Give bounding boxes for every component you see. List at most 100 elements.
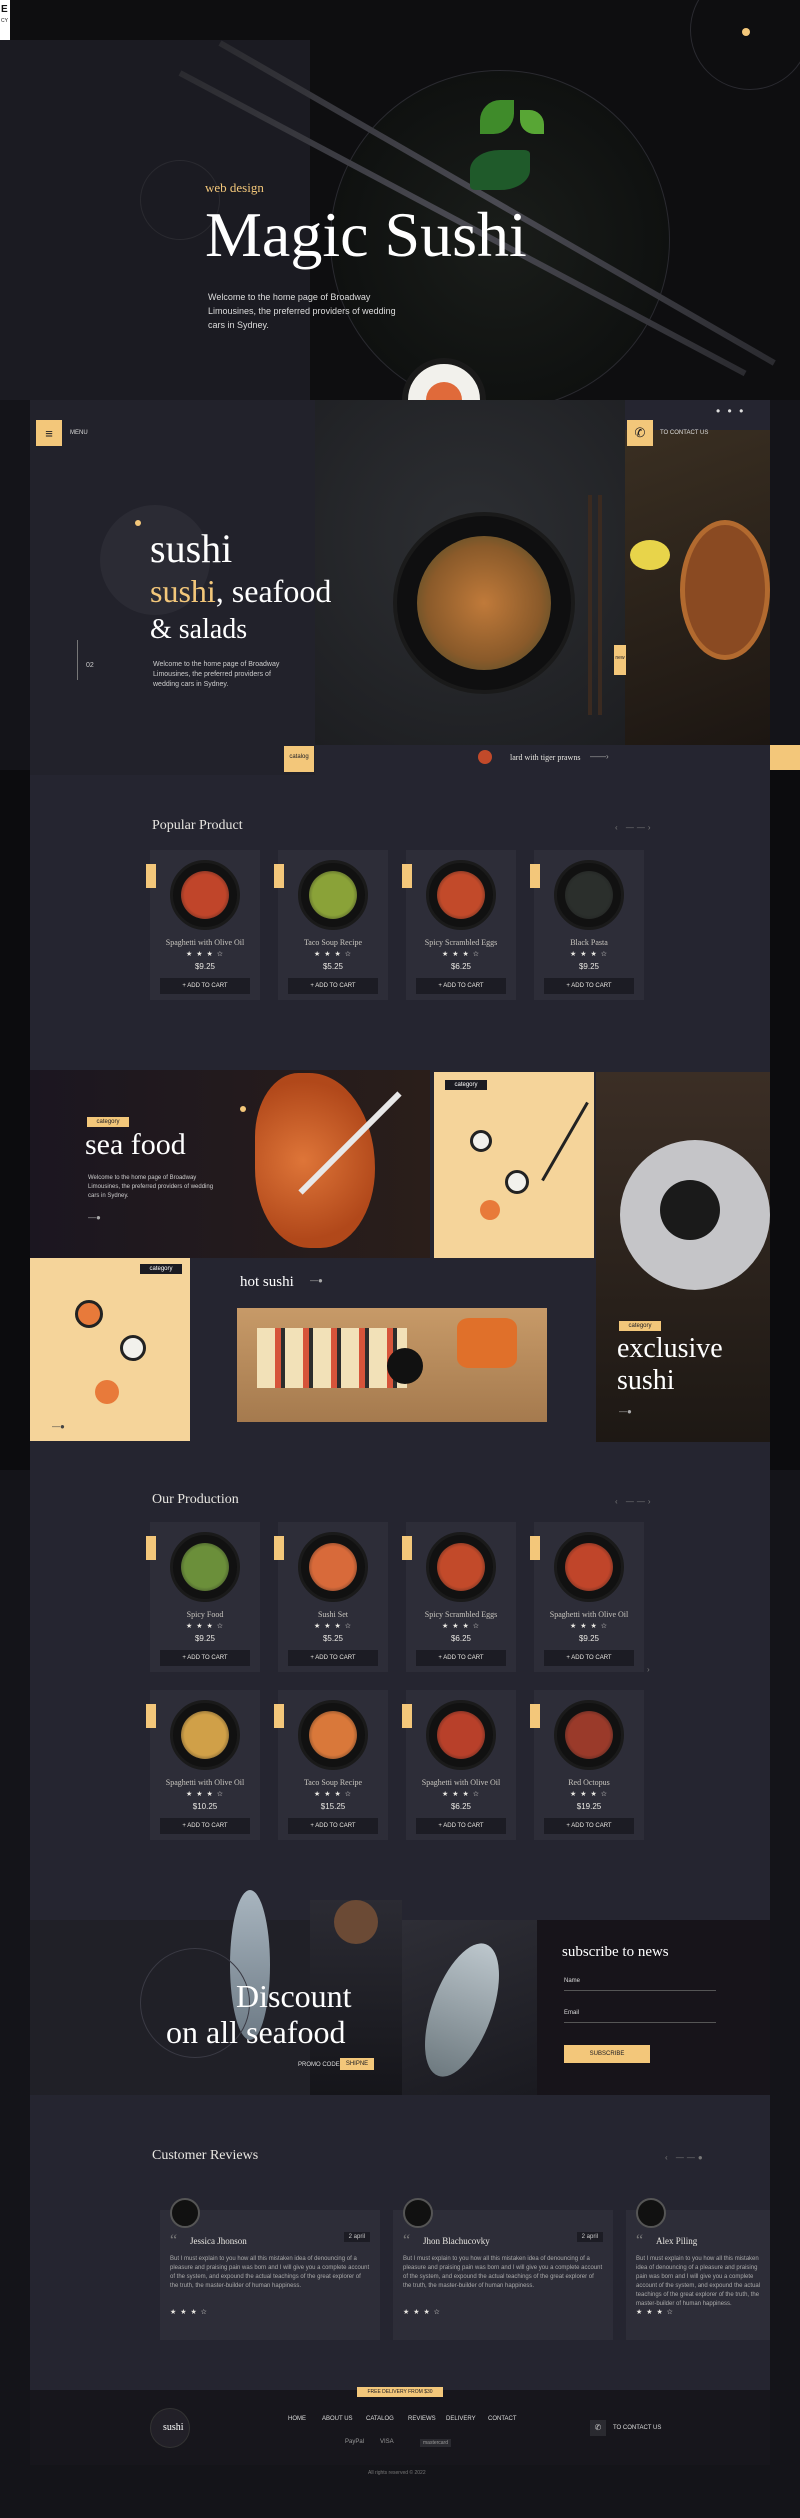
product-rating: ★ ★ ★ ☆	[186, 1791, 224, 1798]
production-card[interactable]: Spaghetti with Olive Oil ★ ★ ★ ☆ $9.25 + AD…	[530, 1522, 644, 1672]
right-side-dark	[770, 770, 800, 1470]
production-card[interactable]: Red Octopus ★ ★ ★ ☆ $19.25 + ADD TO CART	[530, 1690, 644, 1840]
review-text: But I must explain to you how all this m…	[170, 2256, 370, 2289]
popular-card[interactable]: Spaghetti with Olive Oil ★ ★ ★ ☆ $9.25 + AD…	[146, 850, 260, 1000]
contact-label[interactable]: TO CONTACT US	[660, 430, 708, 436]
slide-indicator[interactable]	[77, 640, 78, 680]
seafood-category-tag[interactable]: category	[87, 1117, 129, 1127]
review-rating: ★ ★ ★ ☆	[403, 2309, 441, 2316]
product-name[interactable]: Black Pasta	[534, 938, 644, 947]
banner-mussel-pot	[680, 520, 770, 660]
production-card[interactable]: Spaghetti with Olive Oil ★ ★ ★ ☆ $6.25 + AD…	[402, 1690, 516, 1840]
menu-label[interactable]: MENU	[70, 430, 88, 436]
seafood-description: Welcome to the home page of Broadway Lim…	[88, 1175, 214, 1199]
product-rating: ★ ★ ★ ☆	[570, 951, 608, 958]
banner-word3: & salads	[150, 614, 248, 645]
hero-title: Magic Sushi	[205, 199, 527, 270]
popular-nav-arrows[interactable]: ‹ ——›	[615, 823, 654, 832]
add-to-cart-button[interactable]: + ADD TO CART	[160, 978, 250, 994]
product-name[interactable]: Taco Soup Recipe	[278, 1778, 388, 1787]
product-new-tag	[146, 864, 156, 888]
sushi-category-tag[interactable]: category	[445, 1080, 487, 1090]
add-to-cart-button[interactable]: + ADD TO CART	[288, 1818, 378, 1834]
add-to-cart-button[interactable]: + ADD TO CART	[544, 1650, 634, 1666]
phone-icon[interactable]: ✆	[627, 420, 653, 446]
subscribe-button[interactable]: SUBSCRIBE	[564, 2045, 650, 2063]
pay-visa: VISA	[380, 2439, 394, 2445]
product-name[interactable]: Taco Soup Recipe	[278, 938, 388, 947]
header-dots[interactable]: • • •	[716, 404, 745, 418]
product-plate	[426, 1700, 496, 1770]
exclusive-tag[interactable]: category	[619, 1321, 661, 1331]
footer-logo[interactable]: sushi	[163, 2422, 184, 2433]
product-price: $9.25	[578, 1634, 600, 1643]
production-card[interactable]: Sushi Set ★ ★ ★ ☆ $5.25 + ADD TO CART	[274, 1522, 388, 1672]
catalog-button[interactable]: catalog	[284, 746, 314, 772]
footer-nav-contact[interactable]: CONTACT	[488, 2416, 517, 2422]
exclusive-title-2: sushi	[617, 1365, 675, 1396]
name-field[interactable]	[564, 1990, 716, 1991]
product-name[interactable]: Red Octopus	[534, 1778, 644, 1787]
banner-word2: sushi	[150, 573, 216, 609]
add-to-cart-button[interactable]: + ADD TO CART	[288, 978, 378, 994]
production-card[interactable]: Taco Soup Recipe ★ ★ ★ ☆ $15.25 + ADD TO CA…	[274, 1690, 388, 1840]
product-plate	[170, 1700, 240, 1770]
footer-nav-about-us[interactable]: ABOUT US	[322, 2416, 353, 2422]
dish-caption-arrow[interactable]: ——›	[590, 752, 609, 761]
product-image	[181, 871, 229, 919]
quote-icon: “	[403, 2232, 411, 2249]
product-name[interactable]: Spaghetti with Olive Oil	[534, 1610, 644, 1619]
add-to-cart-button[interactable]: + ADD TO CART	[160, 1818, 250, 1834]
product-new-tag	[274, 864, 284, 888]
review-card: “ Jessica Jhonson 2 april But I must explai…	[160, 2198, 380, 2340]
slide-number: 02	[86, 662, 94, 669]
product-name[interactable]: Spicy Scrambled Eggs	[406, 1610, 516, 1619]
product-name[interactable]: Spaghetti with Olive Oil	[406, 1778, 516, 1787]
reviewer-avatar	[636, 2198, 666, 2228]
seafood-arrow[interactable]: —●	[88, 1213, 101, 1222]
add-to-cart-button[interactable]: + ADD TO CART	[544, 978, 634, 994]
product-image	[565, 871, 613, 919]
footer-nav-reviews[interactable]: REVIEWS	[408, 2416, 436, 2422]
footer-nav-home[interactable]: HOME	[288, 2416, 306, 2422]
popular-card[interactable]: Black Pasta ★ ★ ★ ☆ $9.25 + ADD TO CART	[530, 850, 644, 1000]
footer-contact[interactable]: TO CONTACT US	[613, 2425, 661, 2431]
dish-thumb	[478, 750, 492, 764]
production-card[interactable]: Spicy Food ★ ★ ★ ☆ $9.25 + ADD TO CART	[146, 1522, 260, 1672]
product-name[interactable]: Spaghetti with Olive Oil	[150, 1778, 260, 1787]
popular-card[interactable]: Spicy Scrambled Eggs ★ ★ ★ ☆ $6.25 + ADD TO…	[402, 850, 516, 1000]
left-category-tag[interactable]: category	[140, 1264, 182, 1274]
product-rating: ★ ★ ★ ☆	[442, 1623, 480, 1630]
product-name[interactable]: Sushi Set	[278, 1610, 388, 1619]
product-price: $10.25	[192, 1802, 218, 1811]
add-to-cart-button[interactable]: + ADD TO CART	[416, 978, 506, 994]
product-name[interactable]: Spicy Food	[150, 1610, 260, 1619]
production-card[interactable]: Spicy Scrambled Eggs ★ ★ ★ ☆ $6.25 + ADD TO…	[402, 1522, 516, 1672]
exclusive-arrow[interactable]: —●	[619, 1407, 632, 1416]
footer-phone-icon[interactable]: ✆	[590, 2420, 606, 2436]
product-name[interactable]: Spicy Scrambled Eggs	[406, 938, 516, 947]
sushi-falling-1	[470, 1130, 492, 1152]
email-field[interactable]	[564, 2022, 716, 2023]
product-image	[309, 1543, 357, 1591]
production-nav-arrows[interactable]: ‹ ——›	[615, 1497, 654, 1506]
footer-nav-catalog[interactable]: CATALOG	[366, 2416, 394, 2422]
add-to-cart-button[interactable]: + ADD TO CART	[416, 1650, 506, 1666]
add-to-cart-button[interactable]: + ADD TO CART	[160, 1650, 250, 1666]
reviews-nav-arrows[interactable]: ‹ ——●	[665, 2153, 706, 2162]
left-category-arrow[interactable]: —●	[52, 1422, 65, 1431]
menu-icon[interactable]: ≡	[36, 420, 62, 446]
product-name[interactable]: Spaghetti with Olive Oil	[150, 938, 260, 947]
add-to-cart-button[interactable]: + ADD TO CART	[416, 1818, 506, 1834]
add-to-cart-button[interactable]: + ADD TO CART	[288, 1650, 378, 1666]
banner-bowl	[393, 512, 575, 694]
reviews-title: Customer Reviews	[152, 2148, 259, 2163]
hot-sushi-arrow[interactable]: —●	[310, 1276, 323, 1285]
production-card[interactable]: Spaghetti with Olive Oil ★ ★ ★ ☆ $10.25 + A…	[146, 1690, 260, 1840]
footer-nav-delivery[interactable]: DELIVERY	[446, 2416, 476, 2422]
review-rating: ★ ★ ★ ☆	[636, 2309, 674, 2316]
add-to-cart-button[interactable]: + ADD TO CART	[544, 1818, 634, 1834]
popular-card[interactable]: Taco Soup Recipe ★ ★ ★ ☆ $5.25 + ADD TO CAR…	[274, 850, 388, 1000]
sushi-falling-2	[505, 1170, 529, 1194]
promo-code-value[interactable]: SHIPNE	[340, 2058, 374, 2070]
